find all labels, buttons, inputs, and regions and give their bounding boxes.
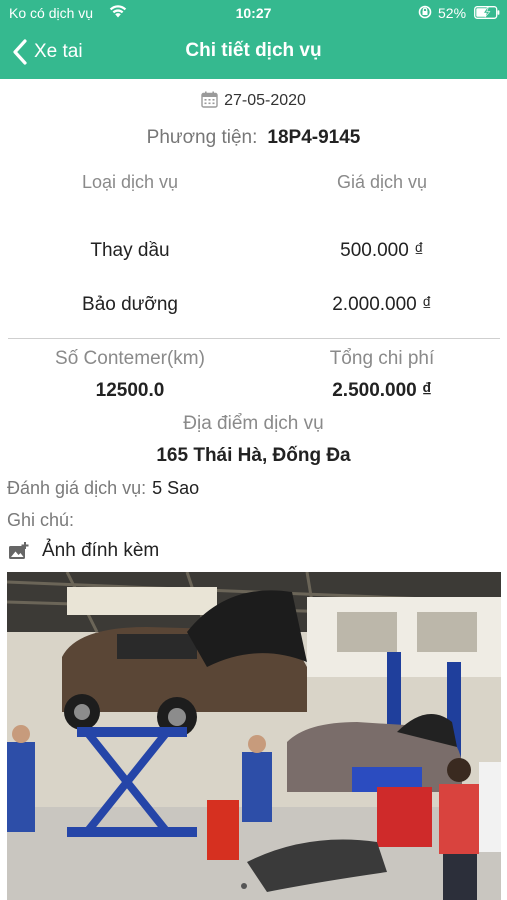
vehicle-label: Phương tiện: [146, 127, 258, 148]
location-label: Địa điểm dịch vụ [183, 413, 324, 434]
odometer-value: 12500.0 [95, 380, 165, 401]
calendar-icon [201, 91, 218, 108]
attached-photo[interactable] [7, 572, 501, 900]
attachments-label: Ảnh đính kèm [42, 540, 160, 561]
rating-value: 5 Sao [152, 478, 200, 498]
service-price-header: Giá dịch vụ [336, 172, 428, 192]
service-date: 27-05-2020 [224, 92, 306, 109]
add-photo-icon [9, 542, 29, 559]
page-title: Chi tiết dịch vụ [185, 40, 322, 61]
location-value: 165 Thái Hà, Đống Đa [156, 445, 351, 466]
orientation-lock-icon [418, 5, 432, 19]
battery-charging-icon [474, 6, 500, 19]
rating-label: Đánh giá dịch vụ: [7, 478, 147, 498]
vehicle-plate: 18P4-9145 [267, 127, 361, 148]
divider [8, 338, 500, 339]
service-item-type: Bảo dưỡng [82, 294, 178, 315]
total-cost-value: 2.500.000 ₫ [332, 380, 432, 401]
vehicle-row: Phương tiện: 18P4-9145 [0, 127, 507, 149]
status-bar: Ko có dịch vụ 10:27 52% [0, 0, 507, 28]
notes-row: Ghi chú: [7, 510, 74, 531]
notes-label: Ghi chú: [7, 510, 75, 530]
rating-row: Đánh giá dịch vụ: 5 Sao [7, 478, 199, 499]
service-type-header: Loại dịch vụ [81, 172, 179, 192]
total-cost-label: Tổng chi phí [329, 348, 435, 369]
battery-percentage: 52% [438, 5, 467, 21]
service-item-price: 500.000 ₫ [340, 240, 424, 261]
attachments-header: Ảnh đính kèm [8, 540, 159, 562]
service-date-row: 27-05-2020 [0, 91, 507, 110]
service-item-price: 2.000.000 ₫ [332, 294, 432, 315]
odometer-label: Số Contemer(km) [55, 348, 205, 369]
app-header: Ko có dịch vụ 10:27 52% Xe tai Chi tiết … [0, 0, 507, 79]
service-item-type: Thay dầu [90, 240, 170, 261]
